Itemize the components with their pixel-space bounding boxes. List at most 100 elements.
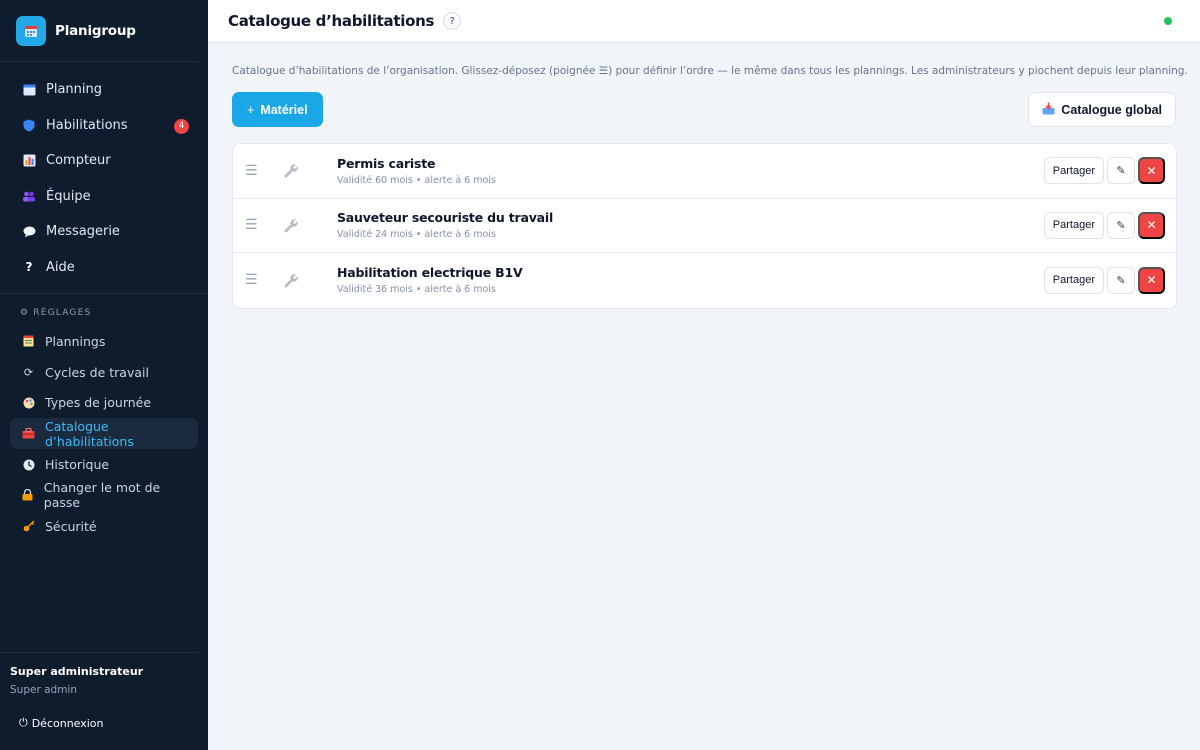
pencil-icon: ✎ (1116, 165, 1126, 178)
toolbox-icon (22, 427, 35, 440)
sidebar-item-messagerie[interactable]: Messagerie (10, 214, 198, 250)
item-info: Sauveteur secouriste du travail Validité… (337, 210, 1044, 240)
inbox-tray-icon (1042, 102, 1055, 118)
calendar-logo-icon (16, 15, 46, 46)
sidebar-item-mot-de-passe[interactable]: Changer le mot de passe (10, 480, 198, 511)
power-icon: ⏻ (19, 716, 28, 729)
catalogue-list: ☰ Permis cariste Validité 60 mois • aler… (232, 143, 1177, 309)
intro-text: Catalogue d’habilitations de l’organisat… (232, 65, 1188, 77)
share-button[interactable]: Partager (1043, 157, 1104, 185)
user-subtitle: Super admin (10, 684, 77, 696)
wrench-icon (283, 217, 301, 234)
notepad-icon (22, 335, 35, 348)
drag-handle-icon[interactable]: ☰ (245, 163, 259, 179)
sidebar-item-securite[interactable]: Sécurité (10, 511, 198, 542)
drag-handle-icon[interactable]: ☰ (245, 272, 259, 288)
item-info: Permis cariste Validité 60 mois • alerte… (337, 156, 1044, 186)
logout-button[interactable]: ⏻ Déconnexion (0, 704, 208, 750)
bar-chart-icon (22, 154, 36, 168)
sidebar-item-label: Types de journée (45, 395, 152, 411)
delete-button[interactable]: ✕ (1138, 266, 1165, 294)
item-name: Permis cariste (337, 155, 436, 171)
sidebar-item-compteur[interactable]: Compteur (10, 143, 198, 179)
share-button[interactable]: Partager (1043, 211, 1104, 239)
sidebar-item-plannings[interactable]: Plannings (10, 326, 198, 357)
item-name: Habilitation electrique B1V (337, 265, 523, 281)
sidebar-footer: Super administrateur Super admin ⏻ Décon… (0, 652, 208, 750)
edit-button[interactable]: ✎ (1107, 157, 1135, 185)
list-item: ☰ Habilitation electrique B1V Validité 3… (233, 253, 1176, 308)
row-actions: Partager ✎ ✕ (1043, 157, 1165, 185)
global-catalogue-button[interactable]: Catalogue global (1028, 92, 1176, 127)
shield-icon (22, 118, 36, 132)
palette-icon (22, 396, 35, 409)
pencil-icon: ✎ (1116, 219, 1126, 232)
sidebar-item-label: Messagerie (46, 224, 120, 240)
sidebar-item-label: Sécurité (45, 518, 97, 534)
share-button[interactable]: Partager (1043, 266, 1104, 294)
sidebar-item-label: Cycles de travail (45, 364, 149, 380)
sidebar-item-label: Compteur (46, 153, 111, 169)
delete-button[interactable]: ✕ (1138, 211, 1165, 239)
item-info: Habilitation electrique B1V Validité 36 … (337, 265, 1044, 295)
item-meta: Validité 60 mois • alerte à 6 mois (337, 174, 496, 186)
page-title: Catalogue d’habilitations (228, 12, 435, 30)
app-name: Planigroup (55, 22, 136, 39)
question-icon: ? (25, 260, 33, 275)
sidebar-item-label: Habilitations (46, 117, 128, 133)
wrench-icon (283, 162, 301, 179)
main-nav: Planning Habilitations 4 Compteur Équipe (0, 62, 208, 294)
sidebar-item-label: Planning (46, 82, 102, 98)
brand: Planigroup (0, 0, 198, 62)
sidebar-item-label: Équipe (46, 188, 91, 204)
action-bar: + Matériel Catalogue global (232, 92, 1176, 128)
sidebar-item-cycles[interactable]: ⟳ Cycles de travail (10, 357, 198, 388)
sidebar-item-label: Catalogue d’habilitations (45, 418, 134, 449)
settings-nav: Plannings ⟳ Cycles de travail Types de j… (0, 326, 208, 542)
key-icon (22, 520, 35, 533)
drag-handle-icon[interactable]: ☰ (245, 217, 259, 233)
topbar: Catalogue d’habilitations ? (208, 0, 1200, 43)
sidebar-item-historique[interactable]: Historique (10, 449, 198, 480)
close-icon: ✕ (1146, 163, 1157, 178)
delete-button[interactable]: ✕ (1138, 157, 1165, 185)
close-icon: ✕ (1146, 218, 1157, 233)
user-role: Super administrateur (10, 665, 144, 678)
close-icon: ✕ (1146, 273, 1157, 288)
gear-icon: ⚙ (20, 308, 30, 318)
plus-icon: + (247, 102, 255, 117)
sidebar-item-catalogue[interactable]: Catalogue d’habilitations (10, 418, 198, 450)
sidebar-item-label: Plannings (45, 333, 106, 349)
sidebar-item-label: Changer le mot de passe (43, 480, 161, 511)
team-icon (22, 189, 36, 203)
connection-status-dot (1164, 17, 1172, 25)
row-actions: Partager ✎ ✕ (1043, 266, 1165, 294)
edit-button[interactable]: ✎ (1107, 266, 1135, 294)
wrench-icon (283, 272, 301, 289)
sidebar-item-types-journee[interactable]: Types de journée (10, 388, 198, 419)
calendar-icon (22, 83, 36, 97)
sidebar-item-equipe[interactable]: Équipe (10, 179, 198, 215)
sidebar: Planigroup Planning Habilitations 4 Comp… (0, 0, 208, 750)
sidebar-item-habilitations[interactable]: Habilitations 4 (10, 108, 198, 144)
sidebar-item-aide[interactable]: ? Aide (10, 250, 198, 286)
main-area: Catalogue d’habilitations ? Catalogue d’… (208, 0, 1200, 750)
list-item: ☰ Permis cariste Validité 60 mois • aler… (233, 144, 1176, 199)
list-item: ☰ Sauveteur secouriste du travail Validi… (233, 199, 1176, 253)
chat-icon (22, 225, 36, 239)
sidebar-item-label: Historique (45, 457, 110, 473)
item-meta: Validité 24 mois • alerte à 6 mois (337, 229, 496, 241)
item-name: Sauveteur secouriste du travail (337, 210, 554, 226)
add-materiel-button[interactable]: + Matériel (232, 92, 323, 127)
settings-section-label: ⚙ RÉGLAGES (20, 308, 92, 318)
content: Catalogue d’habilitations de l’organisat… (208, 43, 1200, 309)
pencil-icon: ✎ (1116, 274, 1126, 287)
logout-label: Déconnexion (31, 716, 104, 730)
edit-button[interactable]: ✎ (1107, 211, 1135, 239)
notification-badge: 4 (174, 118, 189, 134)
help-button[interactable]: ? (443, 12, 462, 30)
user-info: Super administrateur Super admin (0, 652, 198, 704)
item-meta: Validité 36 mois • alerte à 6 mois (337, 284, 496, 296)
clock-icon (22, 458, 35, 471)
sidebar-item-planning[interactable]: Planning (10, 72, 198, 108)
